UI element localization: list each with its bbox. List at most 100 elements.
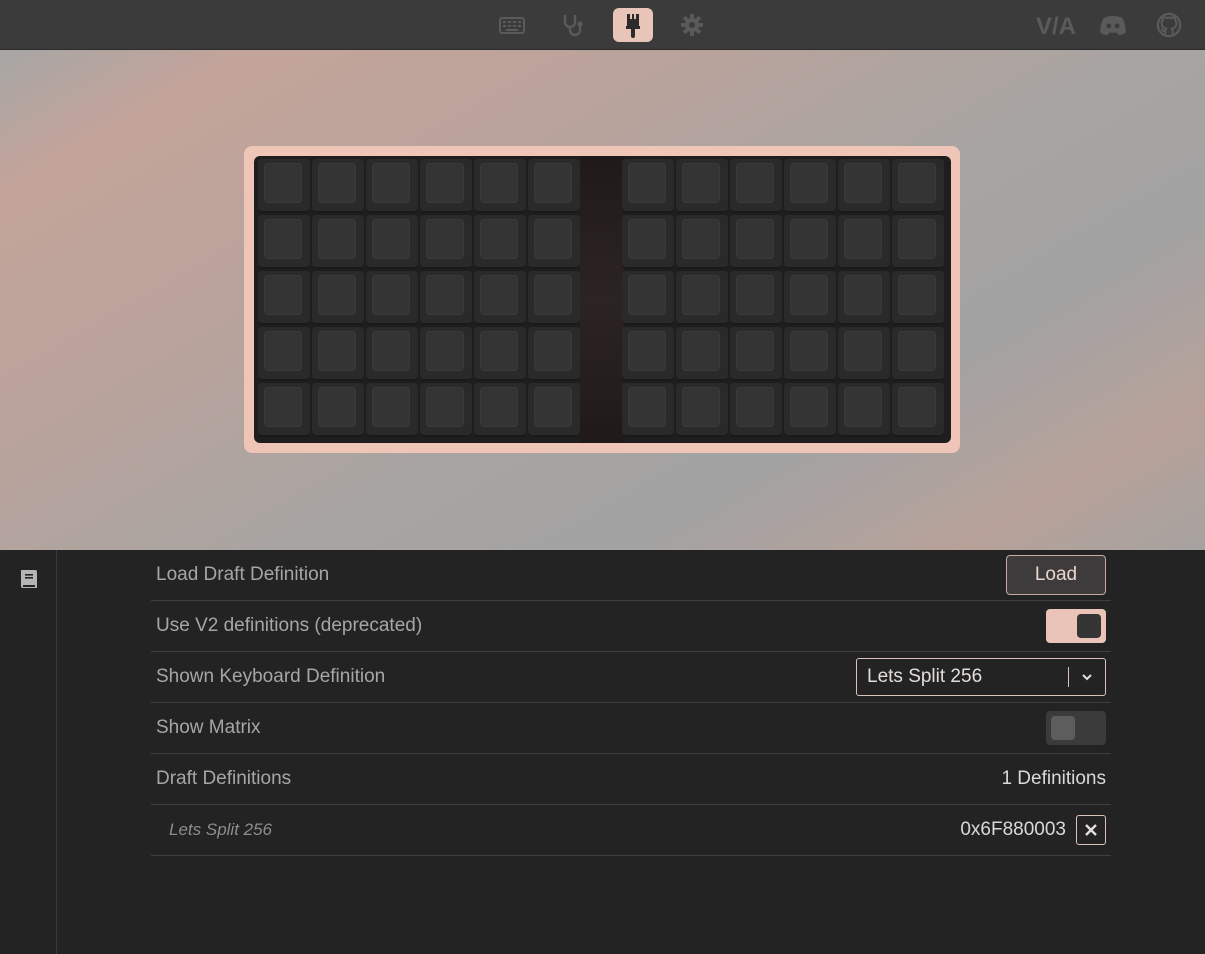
- keycap[interactable]: [366, 215, 418, 269]
- keycap[interactable]: [258, 159, 310, 213]
- keycap[interactable]: [528, 383, 580, 437]
- keycap[interactable]: [312, 271, 364, 325]
- keycap[interactable]: [676, 215, 728, 269]
- keycap[interactable]: [838, 271, 890, 325]
- svg-text:V/A: V/A: [1036, 13, 1076, 37]
- load-draft-row: Load Draft Definition Load: [151, 550, 1111, 601]
- keycap[interactable]: [784, 383, 836, 437]
- keycap[interactable]: [784, 215, 836, 269]
- keycap[interactable]: [312, 327, 364, 381]
- keycap[interactable]: [474, 159, 526, 213]
- keycap[interactable]: [730, 271, 782, 325]
- keycap[interactable]: [528, 159, 580, 213]
- keycap[interactable]: [528, 215, 580, 269]
- chevron-down-icon[interactable]: [1069, 670, 1105, 684]
- paintbrush-icon[interactable]: [613, 8, 653, 42]
- keycap[interactable]: [784, 271, 836, 325]
- keycap[interactable]: [312, 159, 364, 213]
- keycap[interactable]: [420, 327, 472, 381]
- keycap[interactable]: [838, 159, 890, 213]
- book-icon[interactable]: [18, 568, 40, 590]
- stethoscope-icon[interactable]: [552, 8, 592, 42]
- shown-definition-row: Shown Keyboard Definition Lets Split 256: [151, 652, 1111, 703]
- keycap[interactable]: [258, 271, 310, 325]
- keycap[interactable]: [838, 327, 890, 381]
- definition-select-value: Lets Split 256: [867, 666, 983, 687]
- keycap[interactable]: [312, 383, 364, 437]
- keycap[interactable]: [838, 383, 890, 437]
- load-draft-label: Load Draft Definition: [156, 564, 330, 585]
- use-v2-row: Use V2 definitions (deprecated): [151, 601, 1111, 652]
- keycap[interactable]: [784, 327, 836, 381]
- keycap[interactable]: [366, 159, 418, 213]
- draft-definitions-label: Draft Definitions: [156, 768, 292, 789]
- load-button[interactable]: Load: [1006, 555, 1106, 595]
- keyboard-plate: [254, 156, 951, 443]
- keycap[interactable]: [838, 215, 890, 269]
- keycap[interactable]: [784, 159, 836, 213]
- keycap[interactable]: [676, 159, 728, 213]
- keycap[interactable]: [366, 271, 418, 325]
- keycap[interactable]: [420, 271, 472, 325]
- keycap[interactable]: [366, 327, 418, 381]
- close-icon: [1085, 824, 1097, 836]
- side-menu: [0, 550, 57, 954]
- use-v2-toggle[interactable]: [1046, 609, 1106, 643]
- keycap[interactable]: [420, 159, 472, 213]
- keycap[interactable]: [622, 159, 674, 213]
- keycap[interactable]: [892, 271, 944, 325]
- split-gap: [580, 156, 624, 443]
- remove-definition-button[interactable]: [1076, 815, 1106, 845]
- definitions-count: 1 Definitions: [1001, 768, 1106, 789]
- show-matrix-toggle[interactable]: [1046, 711, 1106, 745]
- keycap[interactable]: [730, 159, 782, 213]
- keycap[interactable]: [730, 327, 782, 381]
- top-nav-bar: V/A: [0, 0, 1205, 50]
- gear-icon[interactable]: [672, 8, 712, 42]
- keycap[interactable]: [892, 383, 944, 437]
- keycap[interactable]: [892, 215, 944, 269]
- keycap[interactable]: [528, 271, 580, 325]
- keycap[interactable]: [622, 383, 674, 437]
- keycap[interactable]: [312, 215, 364, 269]
- keycap[interactable]: [676, 383, 728, 437]
- keycap[interactable]: [676, 271, 728, 325]
- keycap[interactable]: [474, 215, 526, 269]
- keycap[interactable]: [528, 327, 580, 381]
- keycap[interactable]: [474, 327, 526, 381]
- keyboard-case: [244, 146, 960, 453]
- keycap[interactable]: [258, 383, 310, 437]
- discord-icon[interactable]: [1097, 8, 1129, 42]
- draft-definitions-row: Draft Definitions 1 Definitions: [151, 754, 1111, 805]
- github-icon[interactable]: [1154, 8, 1184, 42]
- keyboard-stage: [0, 50, 1205, 550]
- keycap[interactable]: [474, 383, 526, 437]
- definition-item-row: Lets Split 256 0x6F880003: [151, 805, 1111, 856]
- keycap[interactable]: [730, 215, 782, 269]
- toggle-knob: [1051, 716, 1075, 740]
- definition-item-name: Lets Split 256: [169, 820, 273, 839]
- keycap[interactable]: [258, 215, 310, 269]
- via-logo[interactable]: V/A: [1034, 8, 1080, 42]
- keycap[interactable]: [622, 271, 674, 325]
- keycap[interactable]: [892, 159, 944, 213]
- keycap[interactable]: [420, 215, 472, 269]
- keycap[interactable]: [622, 327, 674, 381]
- keycap[interactable]: [474, 271, 526, 325]
- keyboard-icon[interactable]: [492, 8, 532, 42]
- keycap[interactable]: [676, 327, 728, 381]
- design-settings: Load Draft Definition Load Use V2 defini…: [151, 550, 1111, 856]
- definition-select[interactable]: Lets Split 256: [856, 658, 1106, 696]
- keycap[interactable]: [258, 327, 310, 381]
- keycap[interactable]: [622, 215, 674, 269]
- keycap[interactable]: [420, 383, 472, 437]
- toggle-knob: [1077, 614, 1101, 638]
- keycap[interactable]: [366, 383, 418, 437]
- keycap[interactable]: [892, 327, 944, 381]
- keycap[interactable]: [730, 383, 782, 437]
- show-matrix-row: Show Matrix: [151, 703, 1111, 754]
- show-matrix-label: Show Matrix: [156, 717, 261, 738]
- definition-item-id: 0x6F880003: [960, 819, 1066, 840]
- use-v2-label: Use V2 definitions (deprecated): [156, 615, 423, 636]
- shown-definition-label: Shown Keyboard Definition: [156, 666, 386, 687]
